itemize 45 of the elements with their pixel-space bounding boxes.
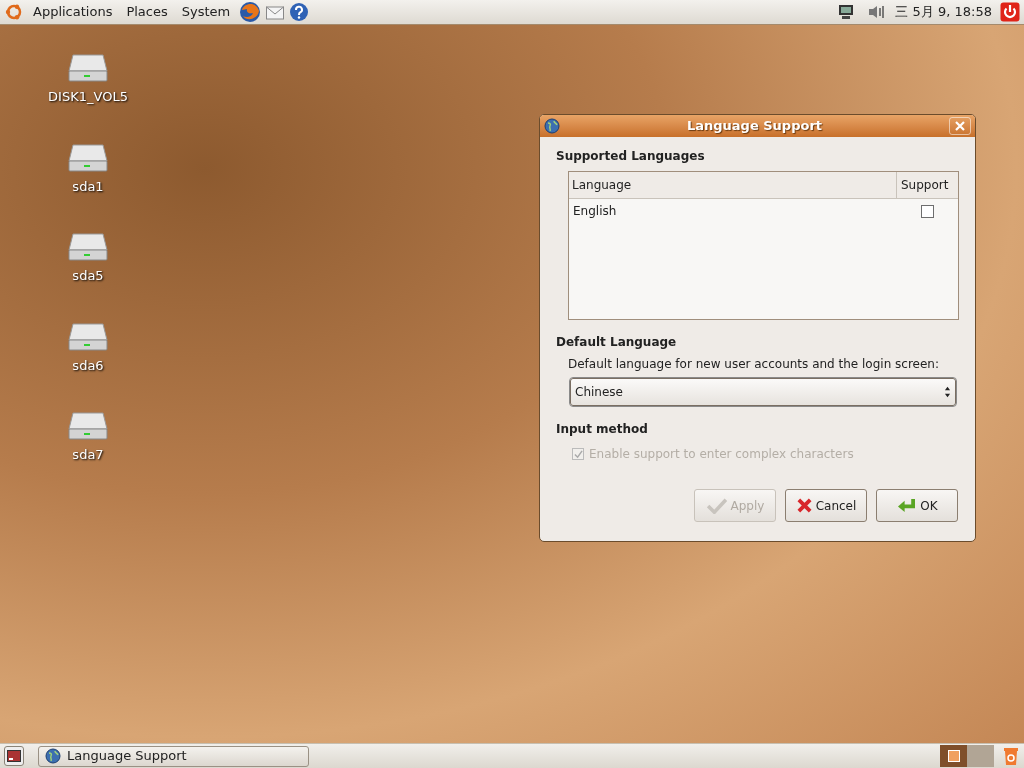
table-cell-text: English — [572, 203, 618, 220]
menu-item[interactable]: Applications — [28, 2, 118, 22]
cancel-button[interactable]: Cancel — [785, 489, 867, 522]
globe-icon — [45, 748, 61, 764]
section-heading: Supported Languages — [556, 148, 706, 165]
field-label: Default language for new user accounts and the login screen: — [568, 356, 940, 373]
drive-icon[interactable] — [67, 232, 109, 262]
section-heading: Default Language — [556, 334, 678, 351]
checkbox[interactable] — [921, 204, 934, 218]
power-icon[interactable] — [1000, 2, 1020, 22]
section-heading: Input method — [556, 421, 649, 438]
language-dropdown[interactable]: Chinese — [570, 378, 956, 406]
close-icon — [955, 121, 965, 131]
help-icon[interactable] — [289, 2, 310, 22]
globe-icon — [544, 118, 560, 134]
browser-icon[interactable] — [239, 1, 262, 23]
workspace[interactable] — [940, 745, 967, 767]
column-header[interactable]: Support — [896, 172, 958, 198]
checkmark-icon — [705, 497, 728, 514]
column-header[interactable]: Language — [569, 172, 896, 198]
checkbox-label: Enable support to enter complex characters — [589, 446, 854, 463]
drive-icon[interactable] — [67, 53, 109, 83]
drive-label[interactable]: sda6 — [72, 355, 104, 375]
clock[interactable]: 三 5月 9, 18:58 — [891, 2, 996, 22]
menu-item[interactable]: System — [176, 2, 236, 22]
apply-button: Apply — [694, 489, 776, 522]
cross-icon — [795, 497, 813, 514]
menu-item[interactable]: Places — [121, 2, 173, 22]
close-button[interactable] — [949, 117, 971, 135]
computer-icon[interactable] — [837, 3, 856, 21]
drive-label[interactable]: sda1 — [72, 176, 104, 196]
drive-label[interactable]: sda5 — [72, 266, 104, 286]
arrow-icon — [896, 497, 918, 514]
show-desktop-icon[interactable] — [4, 746, 24, 766]
ok-button[interactable]: OK — [876, 489, 958, 522]
trash-icon[interactable] — [1002, 746, 1020, 766]
drive-icon[interactable] — [67, 411, 109, 441]
window-title: Language Support — [685, 117, 824, 136]
drive-icon[interactable] — [67, 321, 109, 352]
taskbar-button[interactable]: Language Support — [38, 745, 309, 767]
drive-label[interactable]: sda7 — [72, 445, 104, 465]
dropdown-arrows-icon — [944, 386, 951, 398]
drive-icon[interactable] — [67, 142, 109, 173]
logo-icon[interactable] — [4, 2, 24, 22]
drive-label[interactable]: DISK1_VOL5 — [48, 87, 128, 107]
